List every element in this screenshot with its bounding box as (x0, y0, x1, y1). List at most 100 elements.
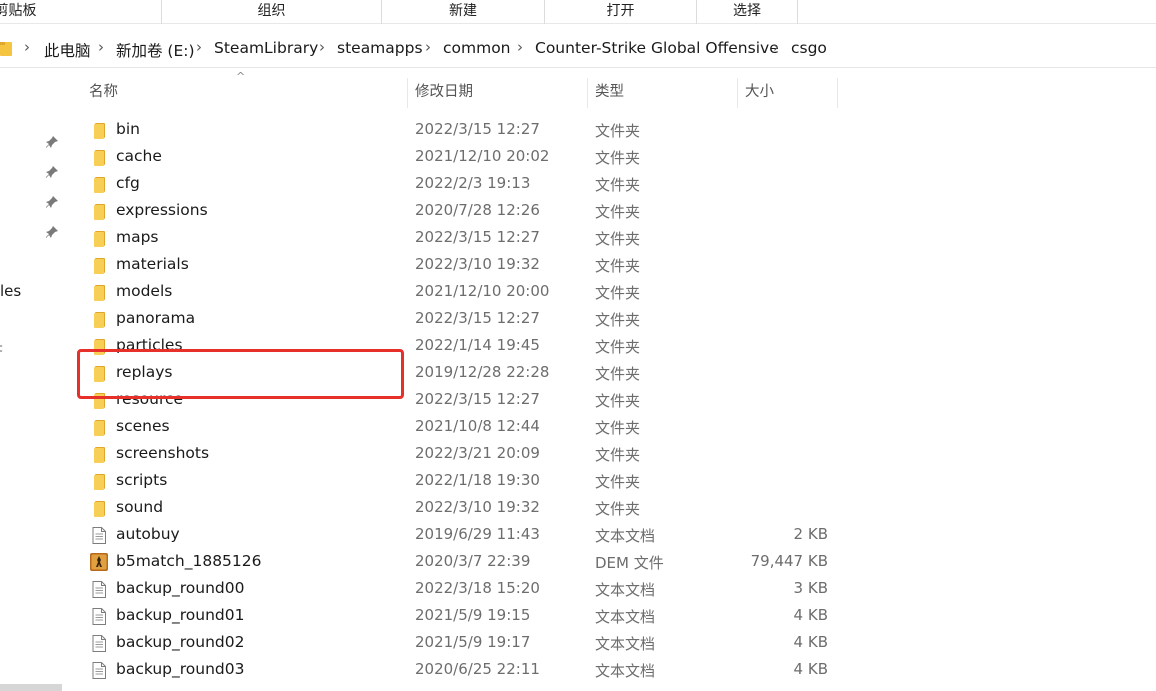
file-type: 文件夹 (595, 257, 641, 275)
ribbon-group-organize[interactable]: 组织 (162, 0, 382, 24)
file-row[interactable]: cfg 2022/2/3 19:13 文件夹 (80, 171, 840, 198)
file-type: 文本文档 (595, 581, 656, 599)
pin-icon[interactable] (45, 135, 59, 149)
file-name: autobuy (116, 525, 180, 543)
file-row[interactable]: scenes 2021/10/8 12:44 文件夹 (80, 414, 840, 441)
ribbon-group-select[interactable]: 选择 (697, 0, 798, 24)
breadcrumb-steamlibrary[interactable]: SteamLibrary (214, 39, 318, 57)
ribbon-group-clipboard[interactable]: 剪贴板 (0, 0, 162, 24)
file-row[interactable]: backup_round01 2021/5/9 19:15 文本文档 4 KB (80, 603, 840, 630)
breadcrumb-this-pc[interactable]: 此电脑 (44, 39, 91, 61)
file-row[interactable]: cache 2021/12/10 20:02 文件夹 (80, 144, 840, 171)
folder-icon (91, 284, 107, 301)
breadcrumb-separator: › (773, 38, 779, 56)
address-bar[interactable]: › 此电脑 › 新加卷 (E:) › SteamLibrary › steama… (0, 30, 1156, 68)
file-date: 2022/3/18 15:20 (415, 579, 540, 597)
file-row[interactable]: scripts 2022/1/18 19:30 文件夹 (80, 468, 840, 495)
ribbon-group-label: 打开 (606, 3, 635, 19)
file-type: 文本文档 (595, 527, 656, 545)
file-type: 文本文档 (595, 608, 656, 626)
file-row[interactable]: screenshots 2022/3/21 20:09 文件夹 (80, 441, 840, 468)
file-date: 2022/3/10 19:32 (415, 498, 540, 516)
file-date: 2021/12/10 20:02 (415, 147, 550, 165)
column-header-label: 大小 (745, 84, 774, 100)
file-name: models (116, 282, 173, 300)
file-row[interactable]: backup_round00 2022/3/18 15:20 文本文档 3 KB (80, 576, 840, 603)
text-file-icon (91, 662, 107, 679)
file-type: 文件夹 (595, 392, 641, 410)
file-name: panorama (116, 309, 196, 327)
breadcrumb-separator: › (425, 38, 431, 56)
nav-item-label[interactable]: les (0, 282, 21, 300)
file-size: 4 KB (793, 660, 828, 678)
file-date: 2022/3/10 19:32 (415, 255, 540, 273)
file-name: sound (116, 498, 164, 516)
file-row[interactable]: materials 2022/3/10 19:32 文件夹 (80, 252, 840, 279)
file-date: 2019/12/28 22:28 (415, 363, 550, 381)
folder-icon (91, 122, 107, 139)
text-file-icon (91, 527, 107, 544)
file-date: 2021/10/8 12:44 (415, 417, 540, 435)
file-size: 79,447 KB (750, 552, 828, 570)
file-type: 文件夹 (595, 419, 641, 437)
navigation-pane: les ‡ (0, 69, 64, 691)
column-header-size[interactable]: 大小 (738, 78, 838, 108)
file-date: 2022/3/15 12:27 (415, 120, 540, 138)
ribbon-group-new[interactable]: 新建 (382, 0, 545, 24)
file-size: 4 KB (793, 633, 828, 651)
folder-icon (91, 500, 107, 517)
file-row[interactable]: b5match_1885126 2020/3/7 22:39 DEM 文件 79,44… (80, 549, 840, 576)
file-type: 文件夹 (595, 176, 641, 194)
highlight-box (77, 349, 404, 399)
file-row[interactable]: autobuy 2019/6/29 11:43 文本文档 2 KB (80, 522, 840, 549)
pin-icon[interactable] (45, 195, 59, 209)
file-row[interactable]: sound 2022/3/10 19:32 文件夹 (80, 495, 840, 522)
breadcrumb-steamapps[interactable]: steamapps (337, 39, 423, 57)
nav-item-label[interactable]: ‡ (0, 342, 3, 357)
file-type: 文件夹 (595, 473, 641, 491)
folder-icon (91, 419, 107, 436)
file-row[interactable]: expressions 2020/7/28 12:26 文件夹 (80, 198, 840, 225)
breadcrumb-common[interactable]: common (443, 39, 511, 57)
ribbon-group-label: 剪贴板 (0, 3, 37, 19)
ribbon-group-label: 选择 (733, 3, 761, 19)
ribbon-group-label: 组织 (257, 3, 286, 19)
file-date: 2022/2/3 19:13 (415, 174, 531, 192)
text-file-icon (91, 581, 107, 598)
file-date: 2022/1/18 19:30 (415, 471, 540, 489)
file-type: 文件夹 (595, 446, 641, 464)
file-name: b5match_1885126 (116, 552, 262, 570)
column-header-date[interactable]: 修改日期 (408, 78, 588, 108)
file-row[interactable]: maps 2022/3/15 12:27 文件夹 (80, 225, 840, 252)
file-row[interactable]: bin 2022/3/15 12:27 文件夹 (80, 117, 840, 144)
file-name: screenshots (116, 444, 210, 462)
pin-icon[interactable] (45, 165, 59, 179)
file-row[interactable]: backup_round02 2021/5/9 19:17 文本文档 4 KB (80, 630, 840, 657)
file-date: 2022/3/15 12:27 (415, 390, 540, 408)
file-type: 文本文档 (595, 635, 656, 653)
file-row[interactable]: models 2021/12/10 20:00 文件夹 (80, 279, 840, 306)
folder-icon (0, 42, 12, 56)
breadcrumb-volume-e[interactable]: 新加卷 (E:) (116, 39, 195, 61)
column-header-name[interactable]: 名称 (82, 78, 408, 108)
text-file-icon (91, 635, 107, 652)
folder-icon (91, 311, 107, 328)
folder-icon (91, 176, 107, 193)
pin-icon[interactable] (45, 225, 59, 239)
ribbon-group-label: 新建 (449, 3, 477, 19)
file-row[interactable]: panorama 2022/3/15 12:27 文件夹 (80, 306, 840, 333)
file-type: 文件夹 (595, 284, 641, 302)
column-header-type[interactable]: 类型 (588, 78, 738, 108)
breadcrumb-csgo-folder[interactable]: Counter-Strike Global Offensive (535, 39, 779, 57)
ribbon-group-open[interactable]: 打开 (545, 0, 697, 24)
file-row[interactable]: backup_round03 2020/6/25 22:11 文本文档 4 KB (80, 657, 840, 684)
breadcrumb-csgo[interactable]: csgo (791, 39, 827, 57)
file-type: 文本文档 (595, 662, 656, 680)
file-type: 文件夹 (595, 338, 641, 356)
file-size: 4 KB (793, 606, 828, 624)
nav-scrollbar[interactable] (0, 684, 62, 691)
file-date: 2021/5/9 19:15 (415, 606, 531, 624)
file-type: 文件夹 (595, 230, 641, 248)
file-name: backup_round00 (116, 579, 245, 597)
file-name: backup_round01 (116, 606, 245, 624)
